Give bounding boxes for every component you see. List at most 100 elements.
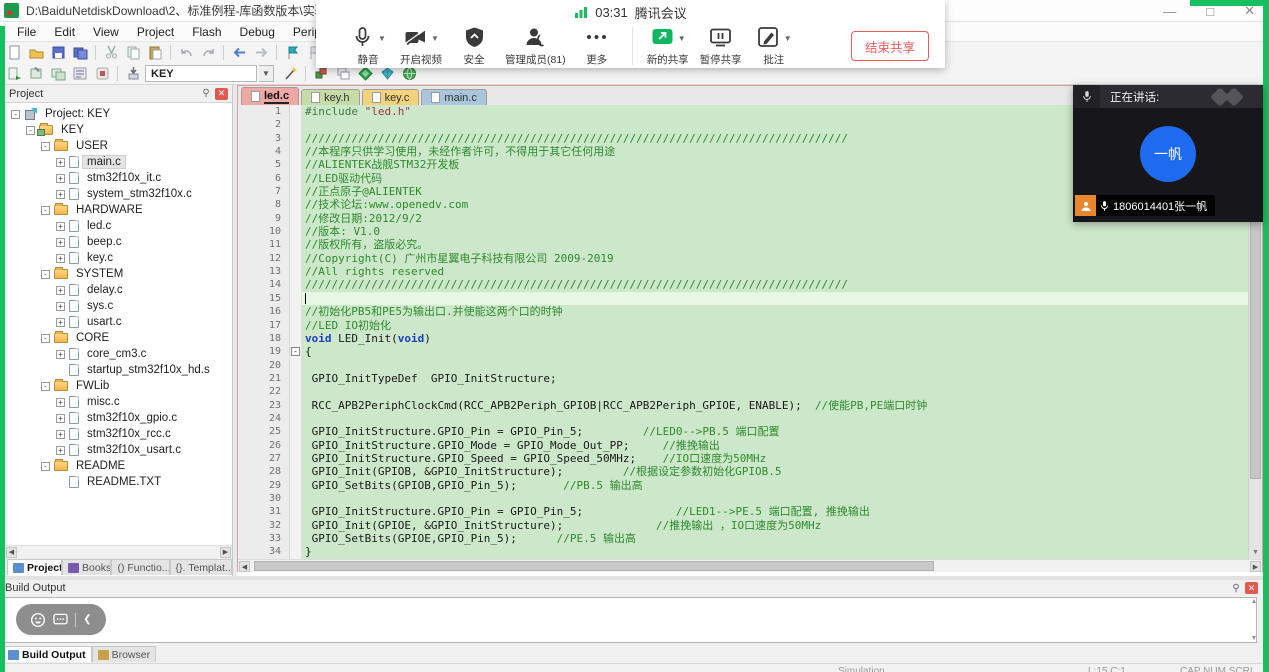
meeting-button-pause[interactable]: 暂停共享 bbox=[699, 25, 743, 67]
panel-close-icon[interactable]: ✕ bbox=[1245, 582, 1258, 594]
project-hscrollbar[interactable]: ◀ ▶ bbox=[5, 545, 232, 558]
expander-icon[interactable]: + bbox=[56, 398, 65, 407]
expander-icon[interactable]: + bbox=[56, 302, 65, 311]
build-output-content[interactable] bbox=[4, 597, 1257, 643]
stop-build-icon[interactable] bbox=[92, 65, 112, 82]
hscroll-thumb[interactable] bbox=[254, 561, 934, 571]
expander-icon[interactable]: + bbox=[56, 414, 65, 423]
save-all-icon[interactable] bbox=[70, 44, 90, 61]
expander-icon[interactable]: - bbox=[41, 462, 50, 471]
expander-icon[interactable]: + bbox=[56, 222, 65, 231]
open-file-icon[interactable] bbox=[26, 44, 46, 61]
options-wand-icon[interactable] bbox=[280, 65, 300, 82]
scroll-left-icon[interactable]: ◀ bbox=[6, 547, 17, 558]
scroll-left-icon[interactable]: ◀ bbox=[239, 561, 250, 572]
expander-icon[interactable]: - bbox=[41, 334, 50, 343]
tree-item-stm32f10x_usart.c[interactable]: +stm32f10x_usart.c bbox=[5, 442, 232, 458]
menu-debug[interactable]: Debug bbox=[231, 22, 284, 41]
translate-file-icon[interactable] bbox=[4, 65, 24, 82]
expander-icon[interactable]: + bbox=[56, 174, 65, 183]
meeting-button-share[interactable]: ▼新的共享 bbox=[646, 25, 690, 67]
tree-item-user[interactable]: -USER bbox=[5, 138, 232, 154]
undo-icon[interactable] bbox=[176, 44, 196, 61]
meeting-button-mic[interactable]: ▼静音 bbox=[346, 25, 390, 67]
menu-project[interactable]: Project bbox=[128, 22, 183, 41]
dropdown-caret-icon[interactable]: ▼ bbox=[784, 34, 792, 43]
bottom-tab-browser[interactable]: Browser bbox=[92, 646, 157, 662]
editor-tab-key-h[interactable]: key.h bbox=[301, 89, 359, 105]
bottom-tab-build-output[interactable]: Build Output bbox=[2, 646, 92, 662]
tree-item-core_cm3.c[interactable]: +core_cm3.c bbox=[5, 346, 232, 362]
navigate-back-icon[interactable] bbox=[229, 44, 249, 61]
tree-item-stm32f10x_it.c[interactable]: +stm32f10x_it.c bbox=[5, 170, 232, 186]
expander-icon[interactable]: + bbox=[56, 254, 65, 263]
expander-icon[interactable]: - bbox=[41, 206, 50, 215]
panel-tab-templat[interactable]: {}. Templat... bbox=[170, 559, 232, 575]
tree-item-usart.c[interactable]: +usart.c bbox=[5, 314, 232, 330]
navigate-forward-icon[interactable] bbox=[251, 44, 271, 61]
tree-item-sys.c[interactable]: +sys.c bbox=[5, 298, 232, 314]
panel-tab-project[interactable]: Project bbox=[7, 559, 62, 575]
dropdown-caret-icon[interactable]: ▼ bbox=[378, 34, 386, 43]
bookmark-toggle-icon[interactable] bbox=[282, 44, 302, 61]
maximize-button[interactable]: □ bbox=[1206, 4, 1214, 19]
panel-tab-functio[interactable]: () Functio... bbox=[111, 559, 169, 575]
editor-tab-led-c[interactable]: led.c bbox=[241, 87, 299, 105]
target-select[interactable]: KEY bbox=[145, 65, 257, 82]
tree-item-startup_stm32f10x_hd.s[interactable]: startup_stm32f10x_hd.s bbox=[5, 362, 232, 378]
end-share-button[interactable]: 结束共享 bbox=[851, 31, 929, 61]
download-code-icon[interactable] bbox=[123, 65, 143, 82]
tree-item-core[interactable]: -CORE bbox=[5, 330, 232, 346]
editor-tab-key-c[interactable]: key.c bbox=[362, 89, 420, 105]
tree-item-project-key[interactable]: -Project: KEY bbox=[5, 106, 232, 122]
meeting-button-shield[interactable]: 安全 bbox=[452, 25, 496, 67]
tree-item-key.c[interactable]: +key.c bbox=[5, 250, 232, 266]
save-icon[interactable] bbox=[48, 44, 68, 61]
tree-item-key[interactable]: -KEY bbox=[5, 122, 232, 138]
expander-icon[interactable]: - bbox=[41, 382, 50, 391]
expander-icon[interactable]: + bbox=[56, 286, 65, 295]
meeting-button-camera[interactable]: ▼开启视频 bbox=[399, 25, 443, 67]
build-target-icon[interactable] bbox=[26, 65, 46, 82]
tree-item-readme.txt[interactable]: README.TXT bbox=[5, 474, 232, 490]
tree-item-stm32f10x_gpio.c[interactable]: +stm32f10x_gpio.c bbox=[5, 410, 232, 426]
paste-icon[interactable] bbox=[145, 44, 165, 61]
expander-icon[interactable]: + bbox=[56, 238, 65, 247]
tree-item-stm32f10x_rcc.c[interactable]: +stm32f10x_rcc.c bbox=[5, 426, 232, 442]
cut-icon[interactable] bbox=[101, 44, 121, 61]
meeting-button-members[interactable]: 管理成员(81) bbox=[505, 25, 566, 67]
dropdown-caret-icon[interactable]: ▼ bbox=[678, 34, 686, 43]
copy-icon[interactable] bbox=[123, 44, 143, 61]
minimize-button[interactable]: — bbox=[1163, 4, 1176, 19]
dropdown-caret-icon[interactable]: ▼ bbox=[431, 34, 439, 43]
expander-icon[interactable]: + bbox=[56, 318, 65, 327]
menu-edit[interactable]: Edit bbox=[45, 22, 84, 41]
panel-tab-books[interactable]: Books bbox=[62, 559, 111, 575]
panel-close-icon[interactable]: ✕ bbox=[215, 88, 228, 100]
tree-item-beep.c[interactable]: +beep.c bbox=[5, 234, 232, 250]
tree-item-fwlib[interactable]: -FWLib bbox=[5, 378, 232, 394]
fold-collapse-icon[interactable]: - bbox=[291, 347, 300, 356]
scroll-down-icon[interactable]: ▼ bbox=[1249, 546, 1262, 559]
expander-icon[interactable]: - bbox=[26, 126, 35, 135]
expander-icon[interactable]: - bbox=[41, 270, 50, 279]
expander-icon[interactable]: - bbox=[41, 142, 50, 151]
expander-icon[interactable]: + bbox=[56, 158, 65, 167]
rebuild-all-icon[interactable] bbox=[48, 65, 68, 82]
batch-build-icon[interactable] bbox=[70, 65, 90, 82]
tree-item-readme[interactable]: -README bbox=[5, 458, 232, 474]
build-output-vscrollbar[interactable]: ▲▼ bbox=[1248, 598, 1260, 642]
tree-item-hardware[interactable]: -HARDWARE bbox=[5, 202, 232, 218]
scroll-right-icon[interactable]: ▶ bbox=[220, 547, 231, 558]
tree-item-led.c[interactable]: +led.c bbox=[5, 218, 232, 234]
scroll-right-icon[interactable]: ▶ bbox=[1250, 561, 1261, 572]
menu-flash[interactable]: Flash bbox=[183, 22, 230, 41]
editor-tab-main-c[interactable]: main.c bbox=[421, 89, 486, 105]
tree-item-delay.c[interactable]: +delay.c bbox=[5, 282, 232, 298]
pin-icon[interactable]: ⚲ bbox=[1230, 582, 1242, 594]
expander-icon[interactable]: + bbox=[56, 190, 65, 199]
meeting-button-more[interactable]: 更多 bbox=[575, 25, 619, 67]
expander-icon[interactable]: + bbox=[56, 350, 65, 359]
close-button[interactable]: ✕ bbox=[1244, 3, 1255, 19]
meeting-button-annotate[interactable]: ▼批注 bbox=[752, 25, 796, 67]
